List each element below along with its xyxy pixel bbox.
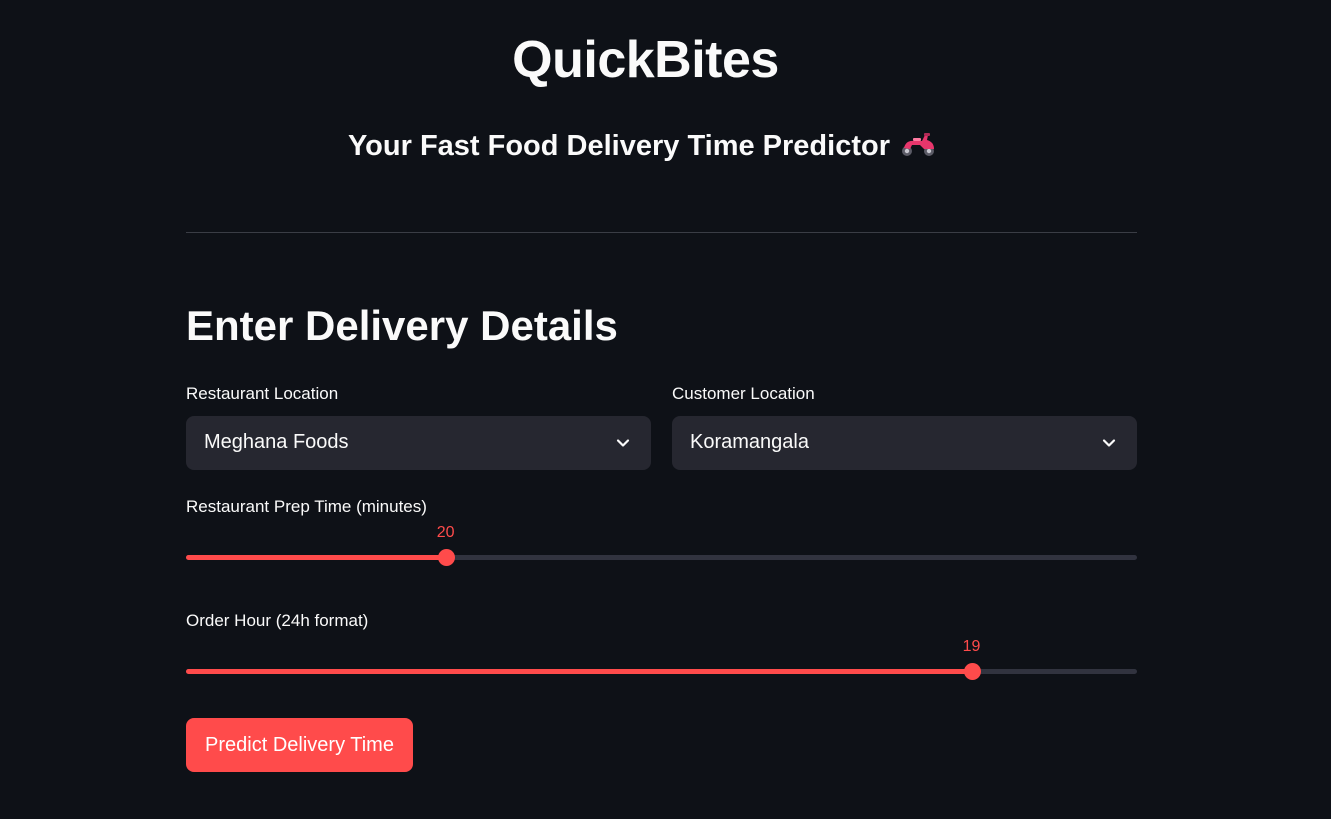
app-subtitle-text: Your Fast Food Delivery Time Predictor: [347, 130, 890, 162]
slider-fill: [186, 555, 446, 560]
slider-fill: [186, 669, 972, 674]
predict-delivery-time-button[interactable]: Predict Delivery Time: [186, 718, 413, 772]
restaurant-location-value: Meghana Foods: [204, 431, 349, 453]
order-hour-slider[interactable]: 19: [186, 638, 1137, 687]
order-hour-value: 19: [962, 638, 981, 655]
customer-location-value: Koramangala: [690, 431, 809, 453]
slider-thumb[interactable]: [963, 663, 981, 680]
section-divider: [186, 232, 1137, 233]
motor-scooter-icon: [902, 133, 934, 157]
app-title: QuickBites: [512, 31, 779, 89]
restaurant-location-select[interactable]: Meghana Foods: [186, 416, 651, 470]
restaurant-location-label: Restaurant Location: [186, 384, 339, 403]
app-page: QuickBites Your Fast Food Delivery Time …: [0, 0, 1331, 819]
chevron-down-icon: [1102, 439, 1116, 447]
app-subtitle: Your Fast Food Delivery Time Predictor: [0, 130, 1284, 163]
prep-time-slider[interactable]: 20: [186, 524, 1137, 573]
slider-thumb[interactable]: [437, 549, 455, 566]
order-hour-label: Order Hour (24h format): [186, 611, 369, 630]
section-title: Enter Delivery Details: [186, 302, 618, 349]
customer-location-label: Customer Location: [672, 384, 815, 403]
chevron-down-icon: [616, 439, 630, 447]
prep-time-value: 20: [436, 524, 455, 541]
customer-location-select[interactable]: Koramangala: [672, 416, 1137, 470]
prep-time-label: Restaurant Prep Time (minutes): [186, 497, 427, 516]
